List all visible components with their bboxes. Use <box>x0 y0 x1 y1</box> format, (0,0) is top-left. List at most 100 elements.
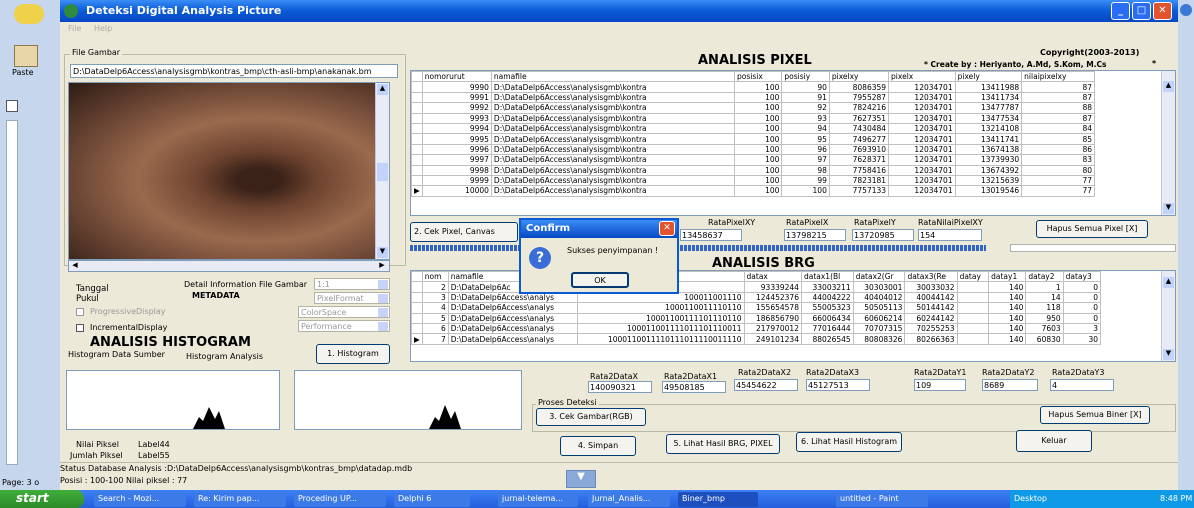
paste-icon[interactable] <box>14 45 38 67</box>
rata2-datax1-field[interactable]: 49508185 <box>662 381 726 393</box>
table-cell[interactable]: 100 <box>733 81 783 93</box>
table-row[interactable]: ▶ 7 D:\DataDelp6Access\analys 1000110011110… <box>411 333 1102 345</box>
table-row[interactable]: 9990 D:\DataDelp6Access\analysisgmb\kontr… <box>411 81 1095 93</box>
table-row[interactable]: 9998 D:\DataDelp6Access\analysisgmb\kontr… <box>411 164 1095 176</box>
table-cell[interactable]: 100 <box>733 133 783 145</box>
incremental-checkbox[interactable] <box>76 324 84 332</box>
pixel-col-1[interactable]: namafile <box>490 71 735 83</box>
pixelformat-combo[interactable]: PixelFormat <box>314 292 390 304</box>
table-cell[interactable]: 85 <box>1021 133 1095 145</box>
row-selector[interactable]: ▶ <box>411 333 423 345</box>
cek-gambar-button[interactable]: 3. Cek Gambar(RGB) <box>536 408 646 426</box>
table-row[interactable]: 5 D:\DataDelp6Access\analys 10001100111101… <box>411 312 1102 324</box>
pixel-col-7[interactable]: nilaipixelxy <box>1021 71 1095 83</box>
lihat-histogram-button[interactable]: 6. Lihat Hasil Histogram <box>796 432 902 452</box>
table-cell[interactable]: 100 <box>781 185 830 197</box>
table-cell[interactable]: 91 <box>781 91 830 104</box>
table-cell[interactable]: 70707315 <box>852 322 906 335</box>
table-cell[interactable]: 9994 <box>421 122 492 135</box>
task-delphi[interactable]: Delphi 6 <box>394 492 470 507</box>
table-cell[interactable]: 217970012 <box>743 322 802 335</box>
table-cell[interactable]: 140 <box>988 302 1027 314</box>
pixel-col-3[interactable]: posisiy <box>781 71 830 83</box>
table-cell[interactable]: 99 <box>781 174 830 187</box>
table-cell[interactable]: 9993 <box>421 112 492 124</box>
table-cell[interactable]: 40404012 <box>852 291 906 304</box>
pixel-col-2[interactable]: posisix <box>733 71 783 83</box>
table-cell[interactable]: 88 <box>1021 102 1095 114</box>
table-cell[interactable]: 100 <box>733 102 783 114</box>
table-cell[interactable]: 7627351 <box>828 112 890 124</box>
table-cell[interactable] <box>956 302 990 314</box>
table-cell[interactable]: 13674392 <box>954 164 1023 176</box>
table-cell[interactable]: 12034701 <box>888 174 956 187</box>
table-row[interactable]: 4 D:\DataDelp6Access\analys 10001100111101… <box>411 302 1102 314</box>
table-cell[interactable]: 13411734 <box>954 91 1023 104</box>
table-cell[interactable]: 0 <box>1062 291 1102 304</box>
table-cell[interactable]: 84 <box>1021 122 1095 135</box>
table-cell[interactable]: 0 <box>1062 312 1102 324</box>
table-cell[interactable]: 100 <box>733 143 783 156</box>
table-cell[interactable] <box>956 333 990 345</box>
file-path-field[interactable]: D:\DataDelp6Access\analysisgmb\kontras_b… <box>70 64 398 78</box>
table-cell[interactable]: 87 <box>1021 112 1095 124</box>
table-cell[interactable]: D:\DataDelp6Access\analysisgmb\kontra <box>490 164 735 176</box>
table-cell[interactable]: 7496277 <box>828 133 890 145</box>
rata2-datax-field[interactable]: 140090321 <box>588 381 652 393</box>
table-cell[interactable]: 100 <box>733 112 783 124</box>
pixel-vscroll[interactable]: ▲ ▼ <box>1161 71 1175 215</box>
table-cell[interactable]: 1000110011110110 <box>577 302 745 314</box>
hapus-pixel-button[interactable]: Hapus Semua Pixel [X] <box>1036 220 1148 238</box>
table-cell[interactable]: 12034701 <box>888 143 956 156</box>
dialog-ok-button[interactable]: OK <box>571 272 629 288</box>
ruler-toggle-icon[interactable] <box>6 100 18 112</box>
table-cell[interactable]: 10000 <box>421 185 492 197</box>
table-cell[interactable]: 140 <box>988 281 1027 293</box>
brg-col-6[interactable]: datax3(Re <box>904 271 958 283</box>
table-cell[interactable]: 60830 <box>1025 333 1064 345</box>
pixel-scroll-down-icon[interactable]: ▼ <box>1163 203 1174 214</box>
table-cell[interactable]: 8086359 <box>828 81 890 93</box>
office-button[interactable] <box>14 4 44 24</box>
table-cell[interactable]: 98 <box>781 164 830 176</box>
rata2-datay3-field[interactable]: 4 <box>1050 379 1114 391</box>
table-cell[interactable]: 100 <box>733 185 783 197</box>
scroll-left-icon[interactable]: ◀ <box>70 261 80 271</box>
table-cell[interactable]: 12034701 <box>888 164 956 176</box>
table-cell[interactable]: 12034701 <box>888 112 956 124</box>
progressive-checkbox[interactable] <box>76 308 84 316</box>
hapus-biner-button[interactable]: Hapus Semua Biner [X] <box>1040 406 1150 424</box>
table-cell[interactable]: 10001100111101110110 <box>577 312 745 324</box>
table-cell[interactable]: 249101234 <box>743 333 802 345</box>
table-cell[interactable]: 140 <box>988 312 1027 324</box>
table-cell[interactable]: 9999 <box>421 174 492 187</box>
row-selector[interactable] <box>411 133 423 145</box>
table-cell[interactable]: 33003211 <box>800 281 854 293</box>
table-cell[interactable]: 95 <box>781 133 830 145</box>
brg-col-0[interactable]: nom <box>421 271 449 283</box>
scroll-up-icon[interactable]: ▲ <box>377 84 388 95</box>
table-cell[interactable]: 55005323 <box>800 302 854 314</box>
table-cell[interactable]: 97 <box>781 154 830 166</box>
brg-scroll-up-icon[interactable]: ▲ <box>1163 277 1174 288</box>
table-cell[interactable]: 30 <box>1062 333 1102 345</box>
table-cell[interactable]: 44004222 <box>800 291 854 304</box>
table-cell[interactable]: 155654578 <box>743 302 802 314</box>
table-cell[interactable]: 140 <box>988 322 1027 335</box>
table-cell[interactable]: 7757133 <box>828 185 890 197</box>
table-cell[interactable]: 80808326 <box>852 333 906 345</box>
rata2-datax3-field[interactable]: 45127513 <box>806 379 870 391</box>
rata2-datay2-field[interactable]: 8689 <box>982 379 1038 391</box>
table-cell[interactable]: 7430484 <box>828 122 890 135</box>
table-cell[interactable]: 14 <box>1025 291 1064 304</box>
table-cell[interactable]: 186856790 <box>743 312 802 324</box>
table-cell[interactable]: 77016444 <box>800 322 854 335</box>
table-cell[interactable]: 30303001 <box>852 281 906 293</box>
menu-file[interactable]: File <box>68 24 81 33</box>
table-cell[interactable]: 12034701 <box>888 133 956 145</box>
table-cell[interactable]: 100011001111011101110011 <box>577 322 745 335</box>
brg-col-9[interactable]: datay2 <box>1025 271 1064 283</box>
row-selector[interactable] <box>411 302 423 314</box>
minimize-button[interactable]: _ <box>1111 2 1130 20</box>
row-selector[interactable] <box>411 281 423 293</box>
